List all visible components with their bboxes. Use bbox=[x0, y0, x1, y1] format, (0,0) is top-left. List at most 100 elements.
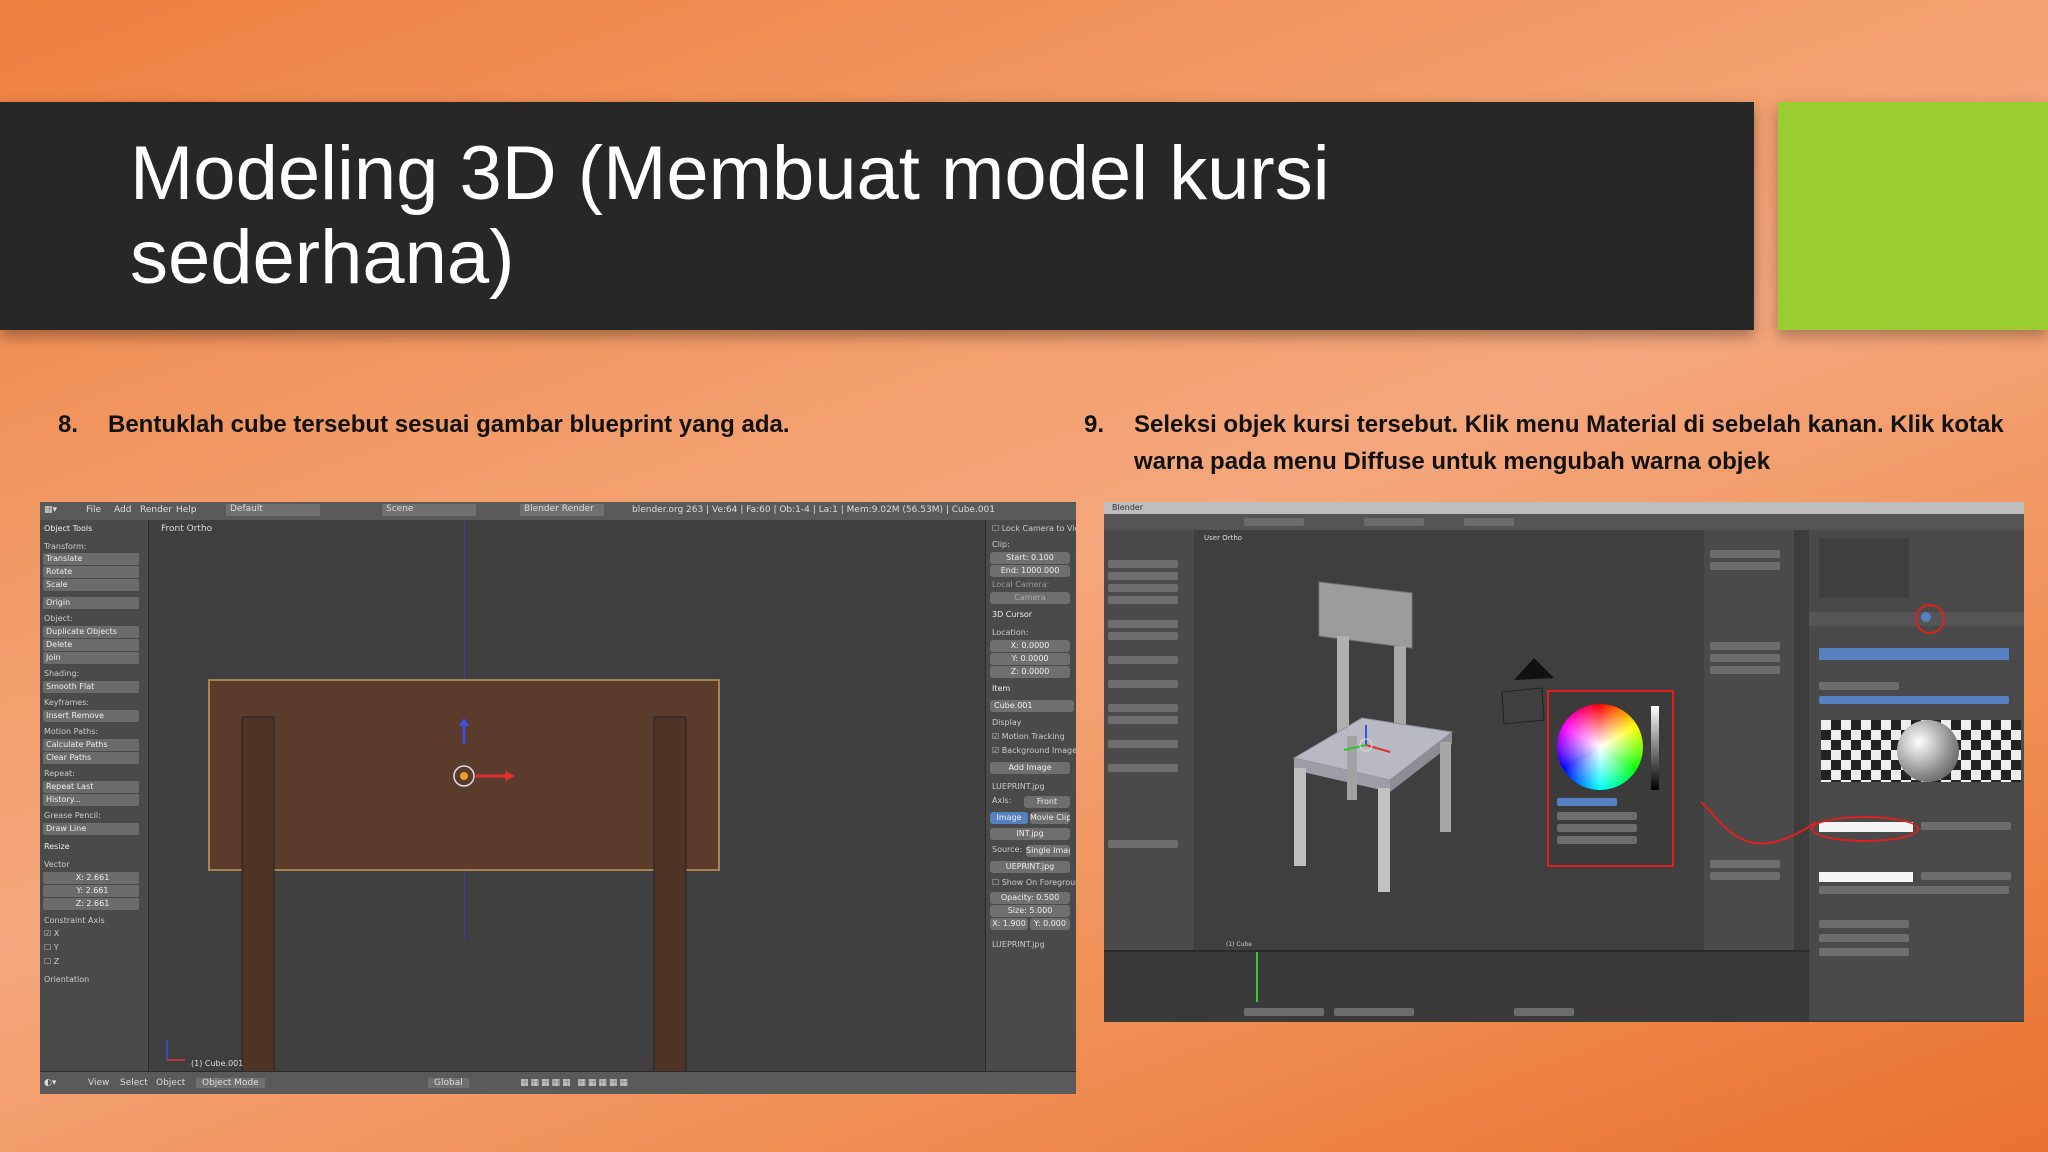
display-section[interactable]: Display bbox=[992, 718, 1022, 727]
color-g-field[interactable] bbox=[1557, 824, 1637, 832]
color-b-field[interactable] bbox=[1557, 836, 1637, 844]
size-field[interactable] bbox=[1710, 872, 1780, 880]
tool-button[interactable] bbox=[1108, 740, 1178, 748]
add-image-button[interactable]: Add Image bbox=[990, 762, 1070, 774]
orientation-select[interactable]: Global bbox=[428, 1078, 469, 1088]
scale-button[interactable]: Scale bbox=[43, 579, 139, 591]
playback-controls[interactable] bbox=[1514, 1008, 1574, 1016]
tool-button[interactable] bbox=[1108, 596, 1178, 604]
axis-z-checkbox[interactable]: ☐ Z bbox=[44, 957, 59, 966]
material-slot[interactable] bbox=[1819, 648, 2009, 660]
tool-button[interactable] bbox=[1108, 584, 1178, 592]
clear-paths-button[interactable]: Clear Paths bbox=[43, 752, 139, 764]
camera-field[interactable]: Camera bbox=[990, 592, 1070, 604]
history-button[interactable]: History... bbox=[43, 794, 139, 806]
shading-field[interactable] bbox=[1819, 920, 1909, 928]
scene-select[interactable] bbox=[1364, 518, 1424, 526]
render-engine-select[interactable]: Blender Render bbox=[520, 504, 604, 516]
keyframe-buttons[interactable]: Insert Remove bbox=[43, 710, 139, 722]
vector-z-field[interactable]: Z: 2.661 bbox=[43, 898, 139, 910]
menu-file[interactable]: File bbox=[86, 505, 101, 515]
tool-button[interactable] bbox=[1108, 632, 1178, 640]
background-images-checkbox[interactable]: ☑ Background Images bbox=[992, 746, 1076, 755]
offset-x-field[interactable]: X: 1.900 bbox=[990, 918, 1028, 930]
source-select[interactable]: Single Imag bbox=[1026, 845, 1070, 857]
repeat-last-button[interactable]: Repeat Last bbox=[43, 781, 139, 793]
image-file-field[interactable]: INT.jpg bbox=[990, 828, 1070, 840]
lock-camera-checkbox[interactable]: ☐ Lock Camera to View bbox=[992, 524, 1076, 533]
opacity-field[interactable]: Opacity: 0.500 bbox=[990, 892, 1070, 904]
frame-start-field[interactable] bbox=[1244, 1008, 1324, 1016]
color-picker-popup[interactable] bbox=[1547, 690, 1674, 867]
color-mode-tabs[interactable] bbox=[1557, 798, 1617, 806]
motion-tracking-checkbox[interactable]: ☑ Motion Tracking bbox=[992, 732, 1065, 741]
menu-help[interactable]: Help bbox=[176, 505, 197, 515]
clip-end-field[interactable] bbox=[1710, 562, 1780, 570]
file-path-field[interactable]: UEPRINT.jpg bbox=[990, 861, 1070, 873]
axis-select[interactable]: Front bbox=[1024, 796, 1070, 808]
tool-button[interactable] bbox=[1108, 840, 1178, 848]
delete-button[interactable]: Delete bbox=[43, 639, 139, 651]
material-type-tabs[interactable] bbox=[1819, 696, 2009, 704]
duplicate-button[interactable]: Duplicate Objects bbox=[43, 626, 139, 638]
3d-viewport[interactable]: Front Ortho (1) Cube.001 bbox=[149, 520, 985, 1072]
show-foreground-checkbox[interactable]: ☐ Show On Foreground bbox=[992, 878, 1076, 887]
menu-view[interactable]: View bbox=[88, 1078, 109, 1088]
opacity-field[interactable] bbox=[1710, 860, 1780, 868]
specular-intensity-field[interactable] bbox=[1819, 886, 2009, 894]
tool-button[interactable] bbox=[1108, 572, 1178, 580]
translate-button[interactable]: Translate bbox=[43, 553, 139, 565]
shading-buttons[interactable]: Smooth Flat bbox=[43, 681, 139, 693]
calculate-paths-button[interactable]: Calculate Paths bbox=[43, 739, 139, 751]
rotate-button[interactable]: Rotate bbox=[43, 566, 139, 578]
scene-select[interactable]: Scene bbox=[382, 504, 476, 516]
grease-pencil-buttons[interactable]: Draw Line bbox=[43, 823, 139, 835]
menu-add[interactable]: Add bbox=[114, 505, 131, 515]
specular-shader-select[interactable] bbox=[1921, 872, 2011, 880]
axis-x-checkbox[interactable]: ☑ X bbox=[44, 929, 59, 938]
tool-button[interactable] bbox=[1108, 560, 1178, 568]
item-name-field[interactable]: Cube.001 bbox=[990, 700, 1074, 712]
origin-button[interactable]: Origin bbox=[43, 597, 139, 609]
menu-object[interactable]: Object bbox=[156, 1078, 185, 1088]
size-field[interactable]: Size: 5.000 bbox=[990, 905, 1070, 917]
join-button[interactable]: Join bbox=[43, 652, 139, 664]
cursor-z-field[interactable]: Z: 0.0000 bbox=[990, 666, 1070, 678]
clip-end-field[interactable]: End: 1000.000 bbox=[990, 565, 1070, 577]
tool-button[interactable] bbox=[1108, 716, 1178, 724]
menu-render[interactable]: Render bbox=[140, 505, 172, 515]
tool-button[interactable] bbox=[1108, 620, 1178, 628]
vector-y-field[interactable]: Y: 2.661 bbox=[43, 885, 139, 897]
cursor-z-field[interactable] bbox=[1710, 666, 1780, 674]
outliner[interactable] bbox=[1819, 538, 1909, 598]
cursor-x-field[interactable]: X: 0.0000 bbox=[990, 640, 1070, 652]
tool-button[interactable] bbox=[1108, 680, 1178, 688]
color-r-field[interactable] bbox=[1557, 812, 1637, 820]
tab-movie-clip[interactable]: Movie Clip bbox=[1030, 812, 1070, 824]
layout-select[interactable] bbox=[1244, 518, 1304, 526]
editor-type-icon[interactable]: ◐▾ bbox=[44, 1078, 56, 1088]
cursor-y-field[interactable] bbox=[1710, 654, 1780, 662]
specular-color-swatch[interactable] bbox=[1819, 872, 1913, 882]
menu-select[interactable]: Select bbox=[120, 1078, 148, 1088]
info-editor-icon[interactable]: ▦▾ bbox=[44, 505, 57, 515]
shading-field[interactable] bbox=[1819, 934, 1909, 942]
layer-buttons[interactable]: ▦▦▦▦▦ ▦▦▦▦▦ bbox=[520, 1078, 630, 1088]
tool-button[interactable] bbox=[1108, 764, 1178, 772]
material-name-field[interactable] bbox=[1819, 682, 1899, 690]
tool-button[interactable] bbox=[1108, 656, 1178, 664]
clip-start-field[interactable] bbox=[1710, 550, 1780, 558]
axis-y-checkbox[interactable]: ☐ Y bbox=[44, 943, 59, 952]
offset-y-field[interactable]: Y: 0.000 bbox=[1030, 918, 1070, 930]
diffuse-shader-select[interactable] bbox=[1921, 822, 2011, 830]
value-slider[interactable] bbox=[1651, 706, 1659, 790]
vector-x-field[interactable]: X: 2.661 bbox=[43, 872, 139, 884]
material-tab-icon[interactable] bbox=[1921, 612, 1931, 622]
tool-button[interactable] bbox=[1108, 704, 1178, 712]
layout-select[interactable]: Default bbox=[226, 504, 320, 516]
shading-field[interactable] bbox=[1819, 948, 1909, 956]
tab-image[interactable]: Image bbox=[990, 812, 1028, 824]
cursor-y-field[interactable]: Y: 0.0000 bbox=[990, 653, 1070, 665]
mode-select[interactable]: Object Mode bbox=[196, 1078, 265, 1088]
clip-start-field[interactable]: Start: 0.100 bbox=[990, 552, 1070, 564]
